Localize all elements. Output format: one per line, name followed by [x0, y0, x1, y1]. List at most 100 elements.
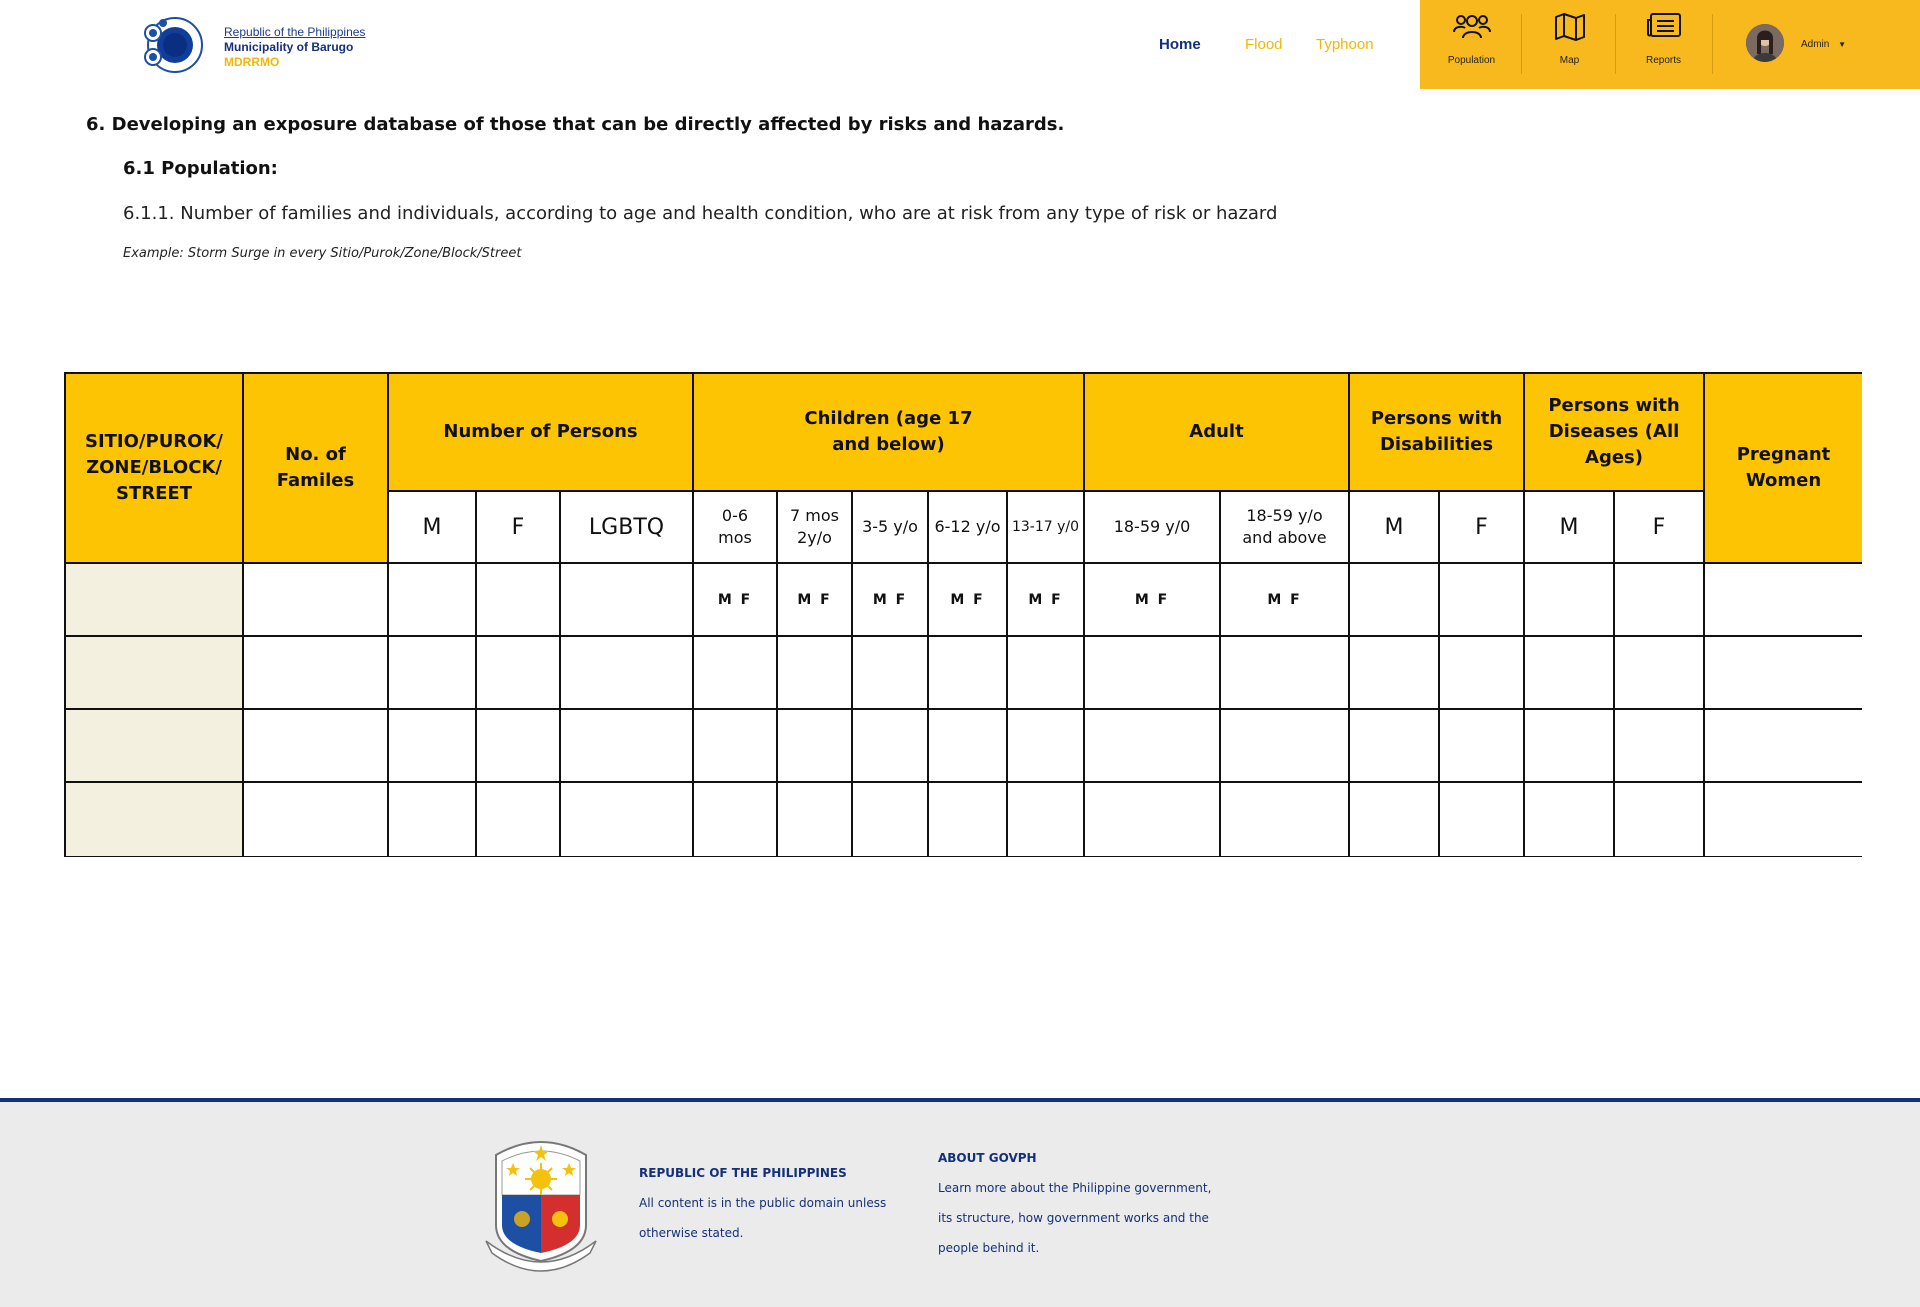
table-cell[interactable] [1350, 637, 1440, 710]
mf-label: M F [717, 591, 753, 608]
table-cell[interactable] [694, 783, 778, 856]
table-cell[interactable] [1615, 710, 1705, 783]
sub-f-label: F [511, 514, 525, 540]
tool-population[interactable]: Population [1424, 0, 1519, 89]
nav-home[interactable]: Home [1159, 36, 1201, 53]
tool-reports[interactable]: Reports [1616, 0, 1711, 89]
sub-dis-m-label: M [1559, 514, 1579, 540]
header-children-label: Children (age 17 and below) [804, 408, 973, 455]
table-cell[interactable] [1705, 783, 1862, 856]
table-cell[interactable] [1221, 710, 1350, 783]
footer-left-text-2: otherwise stated. [639, 1226, 744, 1240]
header-sitio: SITIO/PUROK/ ZONE/BLOCK/ STREET [66, 374, 244, 564]
table-cell[interactable] [1440, 783, 1525, 856]
table-cell[interactable] [778, 783, 853, 856]
table-cell[interactable] [244, 783, 389, 856]
table-cell[interactable] [244, 637, 389, 710]
table-cell[interactable] [66, 783, 244, 856]
table-cell[interactable] [778, 637, 853, 710]
table-cell[interactable] [1440, 710, 1525, 783]
mf-label: M F [797, 591, 832, 608]
table-cell[interactable] [1221, 783, 1350, 856]
sub-18-59yo-above-label: 18-59 y/o and above [1242, 506, 1327, 547]
brand-line-2: Municipality of Barugo [224, 40, 354, 54]
table-cell[interactable] [389, 710, 477, 783]
table-cell[interactable]: M F [778, 564, 853, 637]
table-cell[interactable] [1525, 564, 1615, 637]
footer-left-text-1: All content is in the public domain unle… [639, 1196, 887, 1210]
exposure-table: SITIO/PUROK/ ZONE/BLOCK/ STREET No. of F… [64, 372, 1862, 857]
table-cell[interactable] [1705, 710, 1862, 783]
table-cell[interactable]: M F [929, 564, 1008, 637]
user-menu[interactable]: Admin ▼ [1801, 39, 1846, 50]
table-cell[interactable] [929, 710, 1008, 783]
table-cell[interactable] [477, 710, 561, 783]
sub-dis-f-label: F [1652, 514, 1666, 540]
section-paragraph: 6.1.1. Number of families and individual… [123, 203, 1278, 224]
table-cell[interactable] [1525, 710, 1615, 783]
table-cell[interactable] [1525, 637, 1615, 710]
table-cell[interactable] [1008, 783, 1085, 856]
tool-map[interactable]: Map [1522, 0, 1617, 89]
table-cell[interactable] [1085, 637, 1221, 710]
sub-13-17yo: 13-17 y/0 [1008, 492, 1085, 564]
table-cell[interactable] [1440, 637, 1525, 710]
mf-label: M F [1134, 591, 1170, 608]
table-cell[interactable] [1525, 783, 1615, 856]
table-cell[interactable] [477, 564, 561, 637]
table-cell[interactable] [66, 564, 244, 637]
table-cell[interactable]: M F [694, 564, 778, 637]
nav-typhoon[interactable]: Typhoon [1316, 36, 1374, 53]
table-cell[interactable] [1615, 564, 1705, 637]
footer-right-text-1: Learn more about the Philippine governme… [938, 1181, 1212, 1195]
table-cell[interactable] [694, 710, 778, 783]
table-cell[interactable] [477, 637, 561, 710]
brand-line-1[interactable]: Republic of the Philippines [224, 25, 365, 40]
sub-3-5yo: 3-5 y/o [853, 492, 929, 564]
table-cell[interactable]: M F [1008, 564, 1085, 637]
table-cell[interactable] [561, 710, 694, 783]
table-cell[interactable] [694, 637, 778, 710]
table-cell[interactable] [929, 637, 1008, 710]
sub-3-5yo-label: 3-5 y/o [862, 517, 918, 536]
table-cell[interactable] [1085, 710, 1221, 783]
table-cell[interactable] [1615, 783, 1705, 856]
table-cell[interactable] [389, 637, 477, 710]
table-cell[interactable] [561, 637, 694, 710]
table-cell[interactable] [1008, 710, 1085, 783]
table-cell[interactable] [66, 710, 244, 783]
header-sitio-label: SITIO/PUROK/ ZONE/BLOCK/ STREET [84, 431, 223, 504]
table-cell[interactable] [929, 783, 1008, 856]
table-cell[interactable] [244, 564, 389, 637]
table-cell[interactable] [1705, 637, 1862, 710]
table-cell[interactable] [1350, 564, 1440, 637]
table-cell[interactable] [853, 710, 929, 783]
table-cell[interactable] [853, 783, 929, 856]
table-cell[interactable] [1008, 637, 1085, 710]
footer-left-title: REPUBLIC OF THE PHILIPPINES [639, 1166, 847, 1180]
table-cell[interactable] [1350, 710, 1440, 783]
nav-flood[interactable]: Flood [1245, 36, 1283, 53]
table-cell[interactable] [389, 564, 477, 637]
table-cell[interactable] [244, 710, 389, 783]
table-cell[interactable] [66, 637, 244, 710]
table-cell[interactable]: M F [1085, 564, 1221, 637]
header-adult: Adult [1085, 374, 1350, 492]
table-cell[interactable] [561, 564, 694, 637]
table-cell[interactable] [1705, 564, 1862, 637]
table-cell[interactable]: M F [853, 564, 929, 637]
table-cell[interactable] [1440, 564, 1525, 637]
table-cell[interactable] [1085, 783, 1221, 856]
table-cell[interactable] [561, 783, 694, 856]
table-cell[interactable] [389, 783, 477, 856]
table-cell[interactable] [1615, 637, 1705, 710]
table-cell[interactable] [477, 783, 561, 856]
header-pwd-label: Persons with Disabilities [1370, 408, 1503, 455]
table-cell[interactable] [853, 637, 929, 710]
table-cell[interactable] [778, 710, 853, 783]
table-cell[interactable] [1221, 637, 1350, 710]
reports-icon [1646, 13, 1681, 37]
user-avatar[interactable] [1746, 24, 1784, 62]
table-cell[interactable]: M F [1221, 564, 1350, 637]
table-cell[interactable] [1350, 783, 1440, 856]
